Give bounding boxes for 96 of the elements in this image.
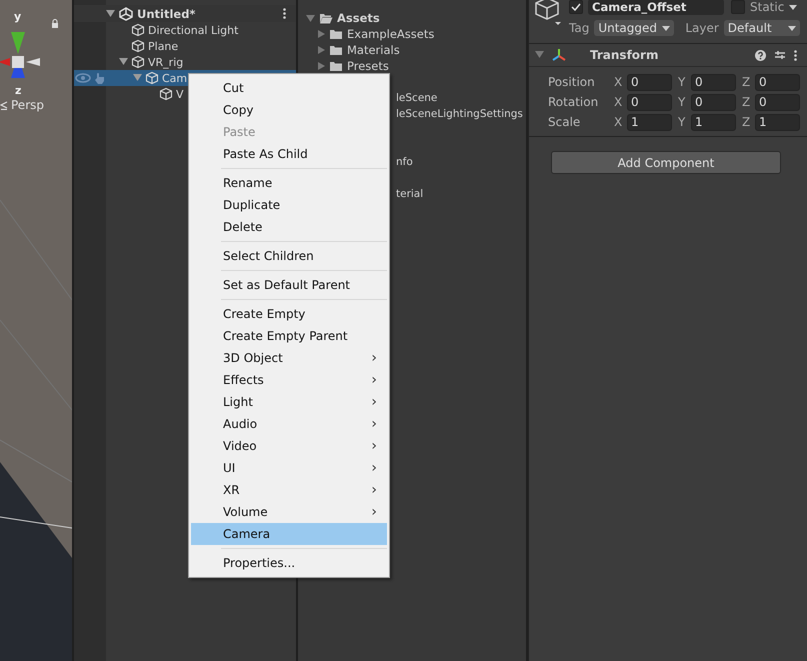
value-field[interactable]: 0 [755,94,800,110]
value-field[interactable]: 1 [755,114,800,130]
hierarchy-item[interactable]: Plane [74,38,296,54]
menu-item[interactable]: Duplicate [191,194,387,216]
menu-item[interactable]: Rename [191,172,387,194]
lock-icon[interactable] [51,19,59,28]
cube-icon [145,71,159,85]
scene-name: Untitled* [137,6,196,20]
submenu-arrow: › [371,372,377,388]
folder-icon [329,44,343,56]
axis-label: Y [678,75,686,89]
asset-name[interactable]: nfo [396,156,413,168]
value-field[interactable]: 0 [627,74,672,90]
cube-icon [159,87,173,101]
submenu-arrow: › [371,460,377,476]
submenu-arrow: › [371,438,377,454]
name-field[interactable]: Camera_Offset [588,0,724,15]
static-checkbox[interactable] [731,0,745,14]
axis-label: X [614,95,624,109]
axis-label: Y [678,115,686,129]
menu-item[interactable]: Effects › [191,369,387,391]
folder-name[interactable]: Assets [337,11,380,25]
menu-item[interactable]: Copy [191,99,387,121]
menu-item[interactable]: Create Empty [191,303,387,325]
menu-item[interactable]: Audio › [191,413,387,435]
hierarchy-item[interactable]: VR_rig [74,54,296,70]
axis-label: Z [742,95,752,109]
value-field[interactable]: 0 [691,94,736,110]
menu-item[interactable]: Video › [191,435,387,457]
tag-label: Tag [569,21,590,35]
value-field[interactable]: 0 [691,74,736,90]
asset-name[interactable]: leScene [396,92,438,104]
property-label: Position [548,75,596,89]
submenu-arrow: › [371,482,377,498]
caret-icon[interactable] [789,4,798,10]
menu-item[interactable]: UI › [191,457,387,479]
layer-dropdown[interactable]: Default [724,20,800,36]
property-label: Scale [548,115,582,129]
axis-label: Y [678,95,686,109]
menu-item[interactable]: 3D Object › [191,347,387,369]
hierarchy-item[interactable]: Directional Light [74,22,296,38]
expand-arrow-icon[interactable] [119,58,128,66]
property-label: Rotation [548,95,600,109]
axis-label: X [614,75,624,89]
layer-label: Layer [685,21,719,35]
folder-name[interactable]: ExampleAssets [347,27,434,41]
component-title: Transform [590,48,660,62]
axis-label: Z [742,75,752,89]
asset-name[interactable]: terial [396,188,424,200]
component-header[interactable]: Transform [529,44,807,67]
projection-label[interactable]: Persp [11,98,44,112]
open-folder-icon [319,12,333,24]
help-icon[interactable] [755,50,766,60]
cube-icon [131,55,145,69]
menu-item[interactable]: Delete [191,216,387,238]
more-icon[interactable] [283,8,286,19]
menu-item[interactable]: Camera [191,523,387,545]
menu-item[interactable]: Select Children [191,245,387,267]
axis-label: y [14,10,22,23]
submenu-arrow: › [371,416,377,432]
asset-name[interactable]: leSceneLightingSettings [396,108,523,120]
axis-label: Z [742,115,752,129]
value-field[interactable]: 1 [627,114,672,130]
value-field[interactable]: 1 [691,114,736,130]
expand-arrow-icon[interactable] [535,51,544,59]
cube-icon [131,39,145,53]
transform-icon [552,48,566,62]
submenu-arrow: › [371,504,377,520]
menu-item[interactable]: Paste As Child [191,143,387,165]
menu-item[interactable]: XR › [191,479,387,501]
caret-icon[interactable] [662,26,670,30]
folder-name[interactable]: Materials [347,43,400,57]
submenu-arrow: › [371,350,377,366]
expand-arrow-icon[interactable] [106,10,115,17]
submenu-arrow: › [371,394,377,410]
cube-icon [131,23,145,37]
menu-item[interactable]: Light › [191,391,387,413]
value-field[interactable]: 0 [755,74,800,90]
more-icon[interactable] [794,50,797,60]
caret-icon[interactable] [788,26,796,30]
axis-label: X [614,115,624,129]
value-field[interactable]: 0 [627,94,672,110]
tag-dropdown[interactable]: Untagged [594,20,674,36]
menu-item[interactable]: Set as Default Parent [191,274,387,296]
expand-arrow-icon[interactable] [133,74,142,82]
add-component-button[interactable]: Add Component [551,151,781,174]
cube-icon[interactable] [535,0,563,27]
menu-item[interactable]: Properties... [191,552,387,574]
folder-icon [329,28,343,40]
menu-item[interactable]: Volume › [191,501,387,523]
folder-name[interactable]: Presets [347,59,389,73]
active-checkbox[interactable] [569,0,583,14]
preset-sliders-icon[interactable] [774,49,786,61]
menu-item[interactable]: Create Empty Parent [191,325,387,347]
axis-label: z [15,84,22,97]
static-dropdown[interactable]: Static [750,0,784,14]
